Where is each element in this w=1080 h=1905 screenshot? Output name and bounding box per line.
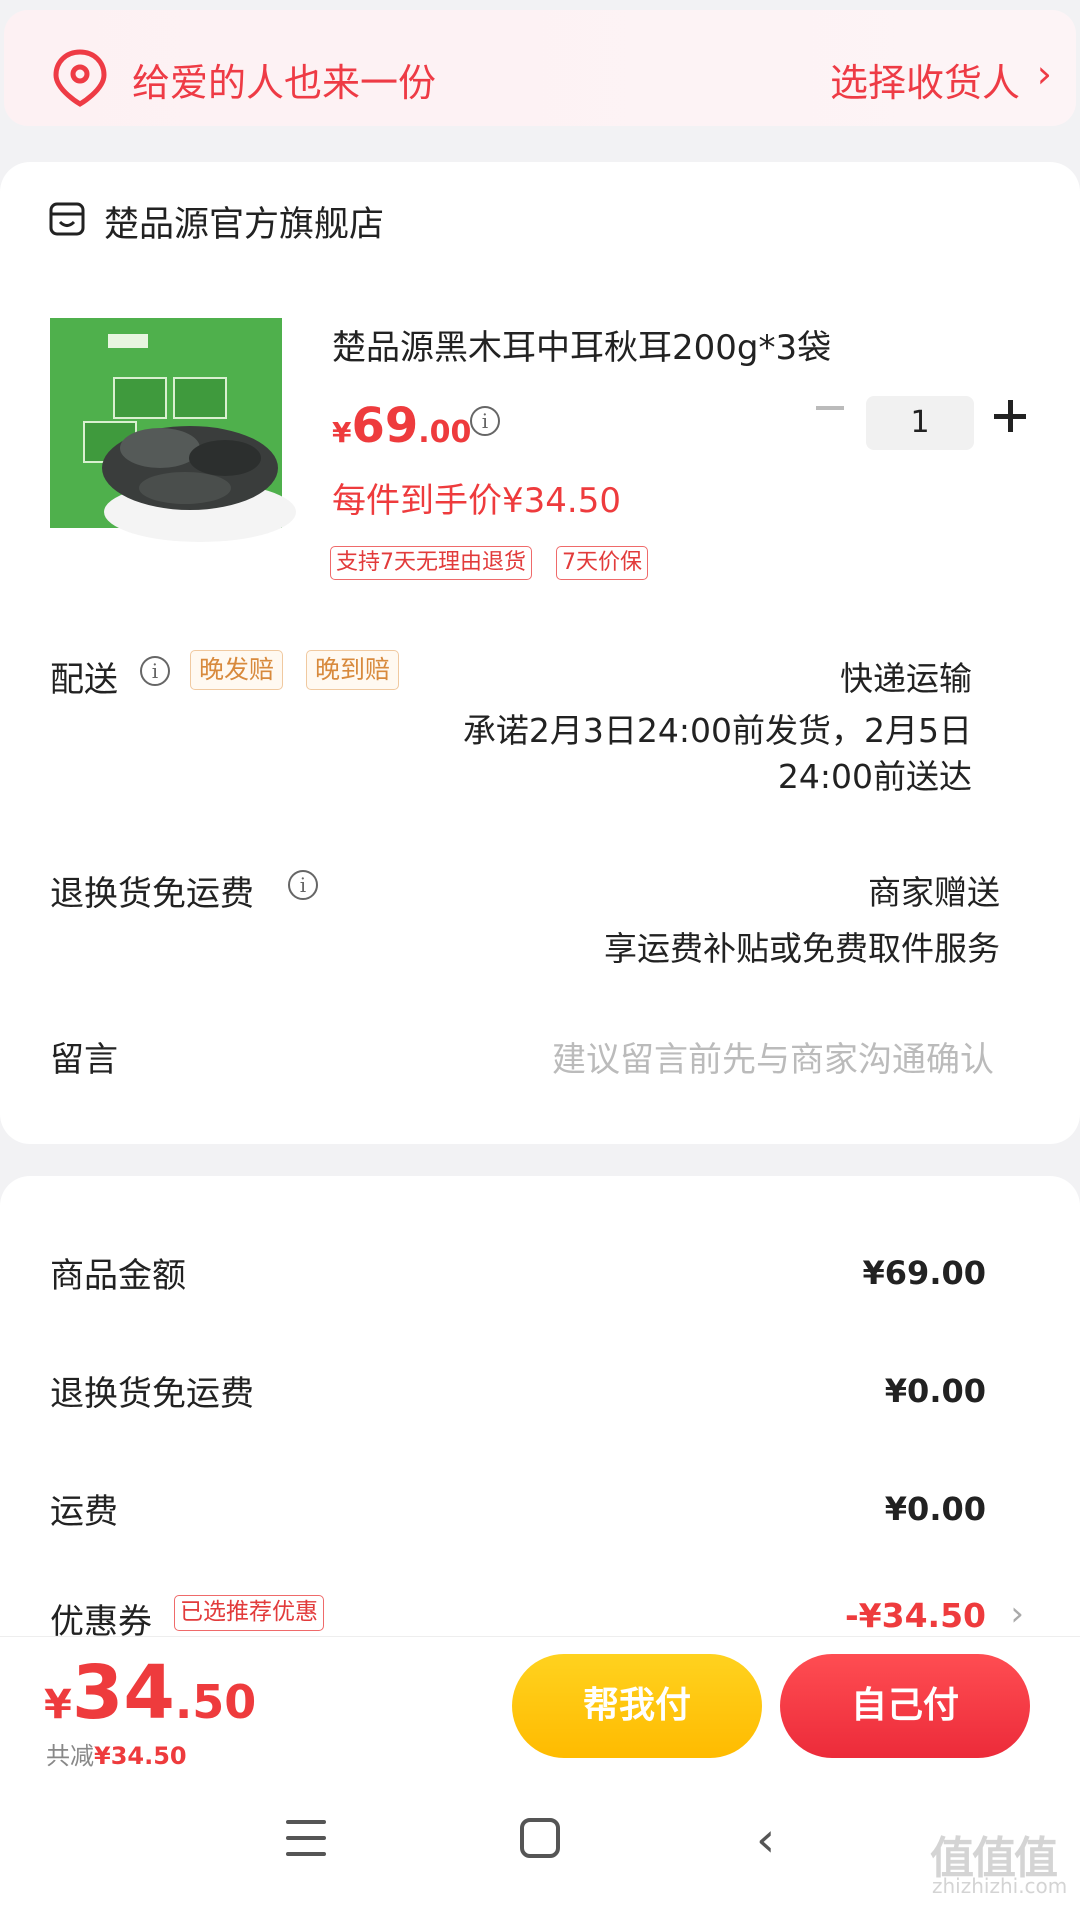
tag-price-protect: 7天价保 <box>556 546 648 580</box>
shipping-fee-value: ¥0.00 <box>884 1490 986 1528</box>
price-info-icon[interactable]: i <box>470 406 500 436</box>
store-name[interactable]: 楚品源官方旗舰店 <box>104 196 384 247</box>
saved-label: 共减 <box>46 1742 94 1770</box>
product-image[interactable] <box>50 318 296 572</box>
price-currency: ¥ <box>332 416 352 449</box>
store-icon <box>49 202 85 236</box>
total-saved: 共减¥34.50 <box>46 1736 187 1771</box>
coupon-recommended-tag: 已选推荐优惠 <box>174 1595 324 1631</box>
product-title[interactable]: 楚品源黑木耳中耳秋耳200g*3袋 <box>332 320 831 369</box>
shipping-fee-label: 运费 <box>50 1492 118 1532</box>
tag-7day-return: 支持7天无理由退货 <box>330 546 532 580</box>
goods-amount-label: 商品金额 <box>50 1256 186 1296</box>
return-fee-label: 退换货免运费 <box>50 1374 254 1414</box>
total-decimal: .50 <box>174 1675 257 1729</box>
coupon-value[interactable]: -¥34.50 <box>845 1596 986 1635</box>
quantity-decrease-button[interactable] <box>816 406 844 410</box>
price-decimal: .00 <box>418 415 472 450</box>
location-pin-icon <box>53 49 107 107</box>
recent-apps-icon[interactable] <box>286 1820 326 1858</box>
late-ship-tag: 晚发赔 <box>190 650 284 690</box>
return-shipping-value: 商家赠送 <box>868 873 1000 912</box>
price-integer: 69 <box>351 398 419 454</box>
total-price: ¥34.50 <box>44 1650 256 1736</box>
quantity-value[interactable]: 1 <box>866 396 974 450</box>
per-item-price: 每件到手价¥34.50 <box>332 481 621 521</box>
delivery-label: 配送 <box>50 660 118 700</box>
return-shipping-desc: 享运费补贴或免费取件服务 <box>604 929 1000 968</box>
product-price: ¥69.00 <box>332 398 471 454</box>
message-label: 留言 <box>50 1040 118 1080</box>
delivery-method[interactable]: 快递运输 <box>840 652 972 700</box>
quantity-increase-button[interactable] <box>994 400 1026 432</box>
message-input[interactable]: 建议留言前先与商家沟通确认 <box>552 1032 994 1081</box>
help-pay-button[interactable]: 帮我付 <box>512 1654 762 1758</box>
goods-amount-value: ¥69.00 <box>862 1254 986 1292</box>
saved-amount: ¥34.50 <box>94 1742 187 1770</box>
home-icon[interactable] <box>520 1818 560 1858</box>
self-pay-button[interactable]: 自己付 <box>780 1654 1030 1758</box>
back-icon[interactable]: ‹ <box>756 1812 775 1868</box>
delivery-promise-line1: 承诺2月3日24:00前发货，2月5日 <box>462 711 972 750</box>
coupon-chevron-icon[interactable]: › <box>1010 1594 1024 1634</box>
chevron-right-icon: › <box>1036 52 1052 96</box>
delivery-promise-line2: 24:00前送达 <box>777 757 972 796</box>
gift-banner[interactable]: 给爱的人也来一份 选择收货人 › <box>4 10 1076 126</box>
watermark-url: zhizhizhi.com <box>932 1874 1068 1898</box>
gift-banner-text: 给爱的人也来一份 <box>132 61 437 105</box>
return-shipping-label: 退换货免运费 <box>50 874 254 914</box>
late-arrive-tag: 晚到赔 <box>306 650 400 690</box>
total-integer: 34 <box>71 1650 175 1736</box>
return-shipping-info-icon[interactable]: i <box>288 870 318 900</box>
delivery-info-icon[interactable]: i <box>140 656 170 686</box>
choose-recipient-link[interactable]: 选择收货人 <box>830 52 1020 107</box>
return-fee-value: ¥0.00 <box>884 1372 986 1410</box>
total-currency: ¥ <box>44 1682 72 1728</box>
